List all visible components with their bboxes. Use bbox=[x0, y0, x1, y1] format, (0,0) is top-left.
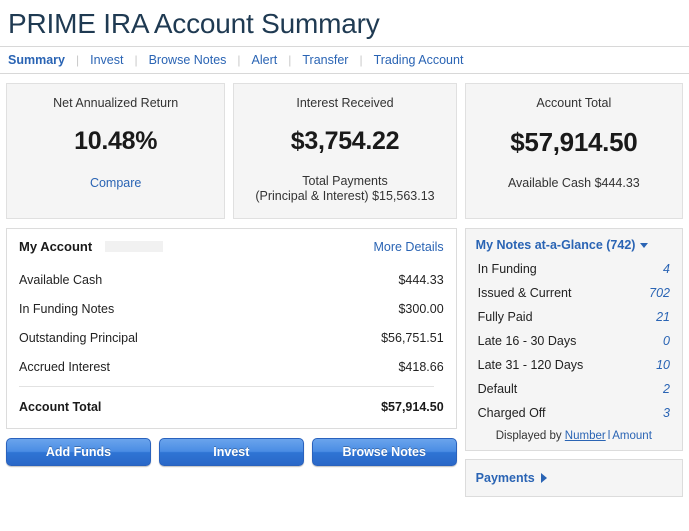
card-value: $3,754.22 bbox=[290, 127, 400, 155]
nav-separator: | bbox=[237, 53, 241, 67]
note-status-value[interactable]: 0 bbox=[663, 334, 670, 348]
left-column: My Account More Details Available Cash $… bbox=[6, 228, 457, 466]
table-row: Available Cash $444.33 bbox=[19, 266, 444, 295]
my-account-panel: My Account More Details Available Cash $… bbox=[6, 228, 457, 429]
primary-nav: Summary | Invest | Browse Notes | Alert … bbox=[0, 46, 689, 74]
note-status-value[interactable]: 4 bbox=[663, 262, 670, 276]
notes-at-a-glance-panel: My Notes at-a-Glance (742) In Funding 4 … bbox=[464, 228, 683, 451]
total-payments-label: Total Payments bbox=[302, 174, 388, 188]
note-status-value[interactable]: 702 bbox=[649, 286, 670, 300]
nav-item-summary[interactable]: Summary bbox=[8, 53, 76, 67]
card-interest-received: Interest Received $3,754.22 Total Paymen… bbox=[233, 83, 457, 219]
invest-button[interactable]: Invest bbox=[158, 438, 304, 466]
available-cash-text: Available Cash $444.33 bbox=[507, 176, 640, 190]
lower-section: My Account More Details Available Cash $… bbox=[0, 219, 689, 497]
card-label: Net Annualized Return bbox=[53, 96, 179, 110]
list-item: Default 2 bbox=[476, 377, 672, 401]
right-column: My Notes at-a-Glance (742) In Funding 4 … bbox=[464, 228, 683, 497]
nav-separator: | bbox=[359, 53, 363, 67]
page-title: PRIME IRA Account Summary bbox=[8, 8, 380, 39]
table-row: Accrued Interest $418.66 bbox=[19, 353, 444, 382]
note-status-label: Issued & Current bbox=[477, 286, 572, 300]
displayed-by-amount-link[interactable]: Amount bbox=[612, 430, 652, 442]
nav-separator: | bbox=[75, 53, 80, 67]
row-label: Accrued Interest bbox=[19, 360, 111, 374]
card-net-annualized-return: Net Annualized Return 10.48% Compare bbox=[6, 83, 226, 219]
displayed-by-number-link[interactable]: Number bbox=[565, 430, 606, 442]
card-value: 10.48% bbox=[74, 127, 158, 155]
nav-item-browse-notes[interactable]: Browse Notes bbox=[149, 53, 238, 67]
note-status-label: Late 16 - 30 Days bbox=[477, 334, 577, 348]
nav-item-trading-account[interactable]: Trading Account bbox=[374, 53, 475, 67]
row-value: $300.00 bbox=[398, 302, 444, 316]
account-total-row: Account Total $57,914.50 bbox=[7, 387, 456, 428]
nav-item-invest[interactable]: Invest bbox=[90, 53, 134, 67]
account-total-label: Account Total bbox=[19, 400, 102, 414]
my-account-title-text: My Account bbox=[19, 239, 93, 254]
row-label: Available Cash bbox=[19, 273, 103, 287]
card-account-total: Account Total $57,914.50 Available Cash … bbox=[464, 83, 684, 219]
displayed-by-label: Displayed by bbox=[495, 430, 562, 442]
list-item: Issued & Current 702 bbox=[476, 281, 672, 305]
action-buttons: Add Funds Invest Browse Notes bbox=[6, 429, 457, 466]
row-label: In Funding Notes bbox=[19, 302, 115, 316]
row-value: $56,751.51 bbox=[381, 331, 444, 345]
list-item: Fully Paid 21 bbox=[476, 305, 672, 329]
list-item: In Funding 4 bbox=[476, 257, 672, 281]
table-row: Outstanding Principal $56,751.51 bbox=[19, 324, 444, 353]
account-total-value: $57,914.50 bbox=[381, 400, 444, 414]
payments-panel[interactable]: Payments bbox=[464, 459, 683, 497]
compare-link[interactable]: Compare bbox=[90, 176, 141, 190]
row-value: $418.66 bbox=[398, 360, 444, 374]
card-subtext: Available Cash $444.33 bbox=[472, 176, 676, 191]
note-status-value[interactable]: 10 bbox=[656, 358, 670, 372]
my-account-rows: Available Cash $444.33 In Funding Notes … bbox=[7, 262, 456, 382]
placeholder-block bbox=[105, 241, 163, 252]
account-summary-page: PRIME IRA Account Summary Summary | Inve… bbox=[0, 0, 689, 531]
chevron-down-icon bbox=[640, 242, 649, 248]
displayed-by-toggle: Displayed by Number l Amount bbox=[476, 425, 672, 442]
nav-separator: | bbox=[288, 53, 292, 67]
note-status-value[interactable]: 3 bbox=[663, 406, 670, 420]
note-status-label: Default bbox=[477, 382, 518, 396]
row-value: $444.33 bbox=[398, 273, 444, 287]
note-status-value[interactable]: 2 bbox=[663, 382, 670, 396]
total-payments-value: (Principal & Interest) $15,563.13 bbox=[255, 189, 435, 203]
note-status-label: In Funding bbox=[477, 262, 537, 276]
note-status-label: Charged Off bbox=[477, 406, 546, 420]
nav-separator: | bbox=[134, 53, 138, 67]
table-row: In Funding Notes $300.00 bbox=[19, 295, 444, 324]
notes-at-a-glance-title: My Notes at-a-Glance (742) bbox=[475, 238, 636, 252]
card-value: $57,914.50 bbox=[510, 127, 638, 157]
list-item: Late 16 - 30 Days 0 bbox=[476, 329, 672, 353]
row-label: Outstanding Principal bbox=[19, 331, 138, 345]
card-subtext: Total Payments (Principal & Interest) $1… bbox=[240, 174, 449, 204]
notes-at-a-glance-header[interactable]: My Notes at-a-Glance (742) bbox=[476, 238, 672, 252]
payments-label: Payments bbox=[475, 471, 535, 485]
my-account-header: My Account More Details bbox=[7, 229, 456, 262]
my-account-title: My Account bbox=[19, 239, 163, 254]
nav-item-transfer[interactable]: Transfer bbox=[302, 53, 359, 67]
note-status-value[interactable]: 21 bbox=[656, 310, 670, 324]
note-status-label: Late 31 - 120 Days bbox=[477, 358, 584, 372]
list-item: Late 31 - 120 Days 10 bbox=[476, 353, 672, 377]
chevron-right-icon bbox=[540, 473, 547, 483]
list-item: Charged Off 3 bbox=[476, 401, 672, 425]
card-label: Interest Received bbox=[296, 96, 394, 110]
add-funds-button[interactable]: Add Funds bbox=[6, 438, 151, 466]
browse-notes-button[interactable]: Browse Notes bbox=[311, 438, 457, 466]
note-status-label: Fully Paid bbox=[477, 310, 533, 324]
more-details-link[interactable]: More Details bbox=[373, 240, 443, 254]
nav-item-alert[interactable]: Alert bbox=[252, 53, 289, 67]
summary-cards: Net Annualized Return 10.48% Compare Int… bbox=[0, 74, 689, 219]
card-label: Account Total bbox=[536, 96, 612, 110]
